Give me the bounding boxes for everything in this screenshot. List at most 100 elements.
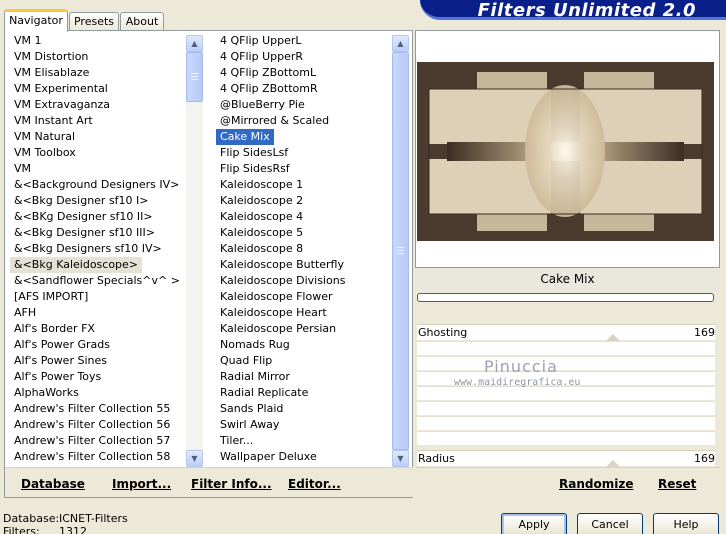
editor-button[interactable]: Editor...	[288, 477, 341, 491]
list-item[interactable]: Andrew's Filter Collection 56	[10, 417, 186, 433]
empty-slider-row	[417, 401, 715, 415]
list-item[interactable]: Flip SidesRsf	[216, 161, 394, 177]
list-item[interactable]: VM Toolbox	[10, 145, 186, 161]
filter-scrollbar[interactable]: ▲ ▼	[392, 35, 409, 467]
list-item[interactable]: 4 QFlip ZBottomL	[216, 65, 394, 81]
empty-slider-row	[417, 341, 715, 355]
watermark-url: www.maidiregrafica.eu	[454, 377, 581, 388]
list-item[interactable]: Andrew's Filter Collection 57	[10, 433, 186, 449]
list-item[interactable]: &<Bkg Designers sf10 IV>	[10, 241, 186, 257]
help-button[interactable]: Help	[653, 513, 719, 534]
scroll-down-icon[interactable]: ▼	[392, 450, 409, 467]
ghosting-slider[interactable]: Ghosting 169	[417, 324, 715, 340]
list-item[interactable]: Sands Plaid	[216, 401, 394, 417]
status-database: Database:ICNET-Filters	[3, 512, 128, 525]
cancel-button[interactable]: Cancel	[577, 513, 643, 534]
list-item[interactable]: Quad Flip	[216, 353, 394, 369]
preview-toolbar: Randomize Reset	[416, 467, 720, 497]
empty-slider-row	[417, 386, 715, 400]
list-item[interactable]: Kaleidoscope 2	[216, 193, 394, 209]
slider-value: 169	[694, 452, 715, 465]
list-item[interactable]: Kaleidoscope 5	[216, 225, 394, 241]
empty-slider-row	[417, 431, 715, 445]
list-item[interactable]: Radial Replicate	[216, 385, 394, 401]
empty-slider-row	[417, 416, 715, 430]
watermark-name: Pinuccia	[484, 357, 558, 376]
list-item[interactable]: Kaleidoscope Flower	[216, 289, 394, 305]
category-list[interactable]: VM 1 VM Distortion VM Elisablaze VM Experim…	[10, 33, 186, 468]
filter-info-button[interactable]: Filter Info...	[191, 477, 272, 491]
tab-presets[interactable]: Presets	[69, 12, 119, 31]
list-item[interactable]: Tiler...	[216, 433, 394, 449]
list-item-selected[interactable]: Cake Mix	[216, 129, 274, 145]
list-item[interactable]: Kaleidoscope 1	[216, 177, 394, 193]
app-banner: Filters Unlimited 2.0	[420, 0, 726, 21]
radius-slider[interactable]: Radius 169	[417, 450, 715, 466]
import-button[interactable]: Import...	[112, 477, 171, 491]
list-item[interactable]: Andrew's Filter Collection 58	[10, 449, 186, 465]
ghosting-slider-thumb[interactable]	[606, 334, 620, 341]
scroll-up-icon[interactable]: ▲	[186, 35, 203, 52]
list-item[interactable]: VM Elisablaze	[10, 65, 186, 81]
list-item[interactable]: @Mirrored & Scaled	[216, 113, 394, 129]
list-item[interactable]: Kaleidoscope Heart	[216, 305, 394, 321]
list-item[interactable]: Kaleidoscope Persian	[216, 321, 394, 337]
list-item[interactable]: VM Experimental	[10, 81, 186, 97]
scroll-up-icon[interactable]: ▲	[392, 35, 409, 52]
list-item[interactable]: Kaleidoscope Butterfly	[216, 257, 394, 273]
status-value: ICNET-Filters	[59, 512, 128, 525]
list-item[interactable]: VM Natural	[10, 129, 186, 145]
reset-button[interactable]: Reset	[658, 477, 696, 491]
status-value: 1312	[59, 525, 87, 534]
slider-label: Ghosting	[418, 326, 468, 339]
list-item[interactable]: @BlueBerry Pie	[216, 97, 394, 113]
tab-about[interactable]: About	[120, 12, 164, 31]
list-item[interactable]: &<Background Designers IV>	[10, 177, 186, 193]
database-button[interactable]: Database	[21, 477, 85, 491]
list-item[interactable]: Nomads Rug	[216, 337, 394, 353]
scroll-thumb[interactable]	[186, 52, 203, 102]
list-item[interactable]: Alf's Power Toys	[10, 369, 186, 385]
slider-label: Radius	[418, 452, 455, 465]
slider-value: 169	[694, 326, 715, 339]
list-item[interactable]: Flip SidesLsf	[216, 145, 394, 161]
list-item[interactable]: Kaleidoscope 4	[216, 209, 394, 225]
list-item[interactable]: &<BKg Designer sf10 II>	[10, 209, 186, 225]
list-item-selected[interactable]: &<Bkg Kaleidoscope>	[10, 257, 143, 273]
list-item[interactable]: Andrew's Filter Collection 55	[10, 401, 186, 417]
list-item[interactable]: VM Extravaganza	[10, 97, 186, 113]
list-item[interactable]: Alf's Power Sines	[10, 353, 186, 369]
list-item[interactable]: 4 QFlip ZBottomR	[216, 81, 394, 97]
randomize-button[interactable]: Randomize	[559, 477, 633, 491]
list-item[interactable]: Kaleidoscope Divisions	[216, 273, 394, 289]
list-item[interactable]: AFH	[10, 305, 186, 321]
filter-list[interactable]: 4 QFlip UpperL 4 QFlip UpperR 4 QFlip ZBot…	[216, 33, 394, 468]
navigator-toolbar: Database Import... Filter Info... Editor…	[5, 467, 413, 497]
list-item[interactable]: Swirl Away	[216, 417, 394, 433]
list-item[interactable]: Alf's Border FX	[10, 321, 186, 337]
list-item[interactable]: &<Bkg Designer sf10 III>	[10, 225, 186, 241]
list-item[interactable]: VM 1	[10, 33, 186, 49]
list-item[interactable]: VM	[10, 161, 186, 177]
list-item[interactable]: VM Distortion	[10, 49, 186, 65]
status-label: Filters:	[3, 525, 40, 534]
apply-button[interactable]: Apply	[501, 513, 567, 534]
list-item[interactable]: 4 QFlip UpperR	[216, 49, 394, 65]
list-item[interactable]: AlphaWorks	[10, 385, 186, 401]
list-item[interactable]: VM Instant Art	[10, 113, 186, 129]
tab-navigator[interactable]: Navigator	[4, 9, 68, 32]
preview-image[interactable]	[417, 62, 714, 241]
list-item[interactable]: &<Sandflower Specials^v^ >	[10, 273, 186, 289]
list-item[interactable]: Kaleidoscope 8	[216, 241, 394, 257]
list-item[interactable]: &<Bkg Designer sf10 I>	[10, 193, 186, 209]
scroll-down-icon[interactable]: ▼	[186, 450, 203, 467]
list-item[interactable]: Radial Mirror	[216, 369, 394, 385]
list-item[interactable]: Alf's Power Grads	[10, 337, 186, 353]
scroll-thumb[interactable]	[392, 52, 409, 450]
list-item[interactable]: Wallpaper Deluxe	[216, 449, 394, 465]
banner-title: Filters Unlimited 2.0	[477, 0, 696, 21]
list-item[interactable]: [AFS IMPORT]	[10, 289, 186, 305]
radius-slider-thumb[interactable]	[606, 460, 620, 467]
category-scrollbar[interactable]: ▲ ▼	[186, 35, 203, 467]
list-item[interactable]: 4 QFlip UpperL	[216, 33, 394, 49]
